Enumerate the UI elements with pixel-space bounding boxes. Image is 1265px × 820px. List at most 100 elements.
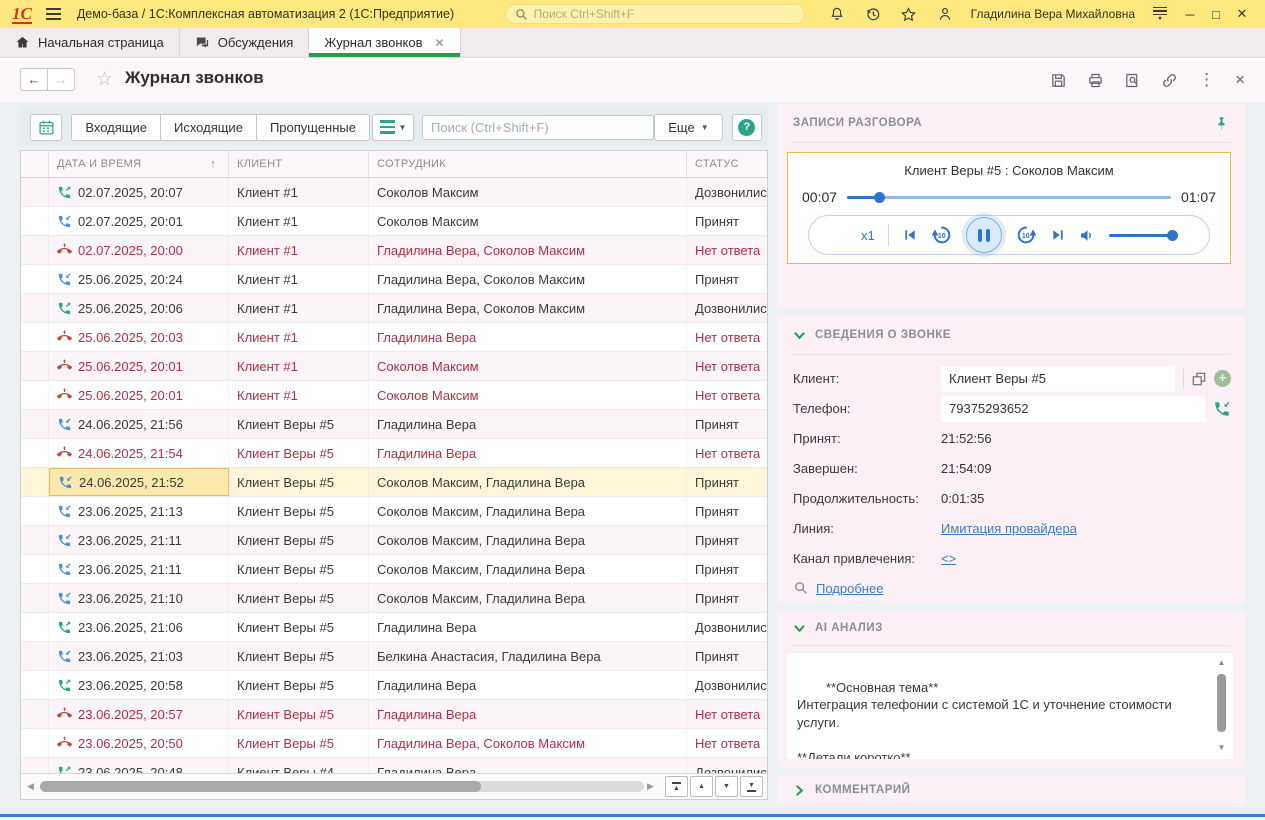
table-row[interactable]: 25.06.2025, 20:03Клиент #1Гладилина Вера… — [21, 323, 767, 352]
tab-call-journal[interactable]: Журнал звонков ✕ — [309, 28, 460, 57]
progress-thumb[interactable] — [874, 192, 885, 203]
tab-home[interactable]: Начальная страница — [0, 28, 180, 57]
open-client-icon[interactable] — [1192, 372, 1206, 386]
details-link[interactable]: Подробнее — [816, 581, 883, 596]
volume-icon[interactable] — [1079, 227, 1096, 244]
cell-datetime: 24.06.2025, 21:52 — [49, 468, 229, 496]
back-button[interactable]: ← — [20, 68, 48, 91]
tab-close-icon[interactable]: ✕ — [435, 36, 445, 50]
table-row[interactable]: 23.06.2025, 21:11Клиент Веры #5Соколов М… — [21, 526, 767, 555]
table-row[interactable]: 23.06.2025, 21:13Клиент Веры #5Соколов М… — [21, 497, 767, 526]
comment-header[interactable]: КОММЕНТАРИЙ — [777, 775, 1245, 805]
cell-status: Дозвонились — [687, 613, 767, 641]
filter-missed-button[interactable]: Пропущенные — [256, 114, 370, 141]
line-label: Линия: — [793, 521, 941, 536]
table-row[interactable]: 02.07.2025, 20:00Клиент #1Гладилина Вера… — [21, 236, 767, 265]
scroll-down-icon[interactable]: ▼ — [1215, 743, 1228, 754]
table-row[interactable]: 24.06.2025, 21:56Клиент Веры #5Гладилина… — [21, 410, 767, 439]
skip-to-start-icon[interactable] — [902, 227, 918, 243]
table-row[interactable]: 24.06.2025, 21:52Клиент Веры #5Соколов М… — [21, 468, 767, 497]
ai-scroll-thumb[interactable] — [1217, 674, 1226, 732]
scroll-right-icon[interactable]: ▶ — [647, 781, 657, 792]
ai-analysis-header[interactable]: AI АНАЛИЗ — [777, 611, 1245, 645]
history-icon[interactable] — [863, 4, 883, 24]
table-row[interactable]: 25.06.2025, 20:01Клиент #1Соколов Максим… — [21, 381, 767, 410]
window-maximize-button[interactable]: □ — [1203, 7, 1229, 22]
table-row[interactable]: 23.06.2025, 21:10Клиент Веры #5Соколов М… — [21, 584, 767, 613]
channel-link[interactable]: <> — [941, 551, 956, 566]
table-row[interactable]: 23.06.2025, 21:03Клиент Веры #5Белкина А… — [21, 642, 767, 671]
get-link-icon[interactable] — [1161, 72, 1178, 89]
header-datetime[interactable]: ДАТА И ВРЕМЯ ↑ — [49, 151, 229, 177]
ai-scrollbar[interactable]: ▲ ▼ — [1215, 658, 1228, 754]
table-row[interactable]: 25.06.2025, 20:01Клиент #1Соколов Максим… — [21, 352, 767, 381]
table-row[interactable]: 24.06.2025, 21:54Клиент Веры #5Гладилина… — [21, 439, 767, 468]
create-client-icon[interactable]: + — [1214, 370, 1231, 387]
global-search-placeholder: Поиск Ctrl+Shift+F — [534, 7, 635, 21]
table-row[interactable]: 02.07.2025, 20:01Клиент #1Соколов Максим… — [21, 207, 767, 236]
table-row[interactable]: 23.06.2025, 21:11Клиент Веры #5Соколов М… — [21, 555, 767, 584]
header-client[interactable]: КЛИЕНТ — [229, 151, 369, 177]
call-phone-icon[interactable] — [1213, 400, 1231, 418]
table-row[interactable]: 25.06.2025, 20:24Клиент #1Гладилина Вера… — [21, 265, 767, 294]
rewind-10-icon[interactable]: 10 — [931, 224, 953, 246]
add-favorite-star-icon[interactable]: ☆ — [96, 68, 113, 91]
client-field[interactable]: Клиент Веры #5 — [941, 366, 1175, 392]
list-menu-button[interactable]: ▼ — [372, 114, 414, 141]
header-status[interactable]: СТАТУС — [687, 151, 767, 177]
table-row[interactable]: 23.06.2025, 21:06Клиент Веры #5Гладилина… — [21, 613, 767, 642]
filter-outgoing-button[interactable]: Исходящие — [160, 114, 257, 141]
window-minimize-button[interactable]: ─ — [1177, 7, 1203, 22]
filter-incoming-button[interactable]: Входящие — [71, 114, 161, 141]
cell-employee: Соколов Максим — [369, 352, 687, 380]
skip-to-end-icon[interactable] — [1050, 227, 1066, 243]
phone-field[interactable]: 79375293652 — [941, 396, 1205, 422]
user-icon[interactable] — [935, 4, 955, 24]
pin-icon[interactable] — [1214, 116, 1229, 131]
table-row[interactable]: 25.06.2025, 20:06Клиент #1Гладилина Вера… — [21, 294, 767, 323]
preview-icon[interactable] — [1124, 72, 1141, 89]
progress-slider[interactable] — [847, 196, 1171, 199]
print-icon[interactable] — [1087, 72, 1104, 89]
cell-employee: Гладилина Вера, Соколов Максим — [369, 236, 687, 264]
call-in-icon — [56, 213, 72, 229]
go-last-button[interactable]: ▼ — [740, 776, 763, 797]
window-close-button[interactable]: ✕ — [1229, 6, 1255, 22]
scroll-left-icon[interactable]: ◀ — [27, 781, 37, 792]
table-row[interactable]: 02.07.2025, 20:07Клиент #1Соколов Максим… — [21, 178, 767, 207]
horizontal-scrollbar[interactable] — [40, 781, 644, 792]
line-link[interactable]: Имитация провайдера — [941, 521, 1077, 536]
call-details-header[interactable]: СВЕДЕНИЯ О ЗВОНКЕ — [777, 316, 1245, 354]
table-row[interactable]: 23.06.2025, 20:50Клиент Веры #5Гладилина… — [21, 729, 767, 758]
table-row[interactable]: 23.06.2025, 20:57Клиент Веры #5Гладилина… — [21, 700, 767, 729]
table-row[interactable]: 23.06.2025, 20:58Клиент Веры #5Гладилина… — [21, 671, 767, 700]
go-first-button[interactable]: ▲ — [665, 776, 688, 797]
service-menu-icon[interactable]: ▾ — [1153, 7, 1167, 22]
header-employee[interactable]: СОТРУДНИК — [369, 151, 687, 177]
period-calendar-button[interactable] — [30, 114, 62, 141]
more-button[interactable]: Еще ▼ — [654, 114, 722, 141]
go-prev-button[interactable]: ▲ — [690, 776, 713, 797]
forward-button[interactable]: → — [47, 68, 75, 91]
playback-speed-button[interactable]: x1 — [861, 228, 875, 243]
scrollbar-thumb[interactable] — [40, 781, 481, 792]
favorites-star-icon[interactable] — [899, 4, 919, 24]
header-marker-column[interactable] — [21, 151, 49, 177]
volume-thumb[interactable] — [1167, 230, 1178, 241]
global-search-input[interactable]: Поиск Ctrl+Shift+F — [505, 4, 805, 24]
go-next-button[interactable]: ▼ — [715, 776, 738, 797]
more-actions-icon[interactable]: ⋮ — [1198, 71, 1215, 89]
tab-discussions[interactable]: Обсуждения — [180, 28, 310, 57]
save-icon[interactable] — [1050, 72, 1067, 89]
forward-10-icon[interactable]: 10 — [1015, 224, 1037, 246]
cell-employee: Соколов Максим — [369, 381, 687, 409]
main-menu-icon[interactable] — [46, 8, 61, 20]
pause-button[interactable] — [966, 217, 1002, 253]
help-button[interactable]: ? — [732, 114, 762, 141]
close-form-icon[interactable]: × — [1235, 71, 1245, 89]
ai-analysis-text[interactable]: **Основная тема** Интеграция телефонии с… — [787, 653, 1233, 759]
notifications-bell-icon[interactable] — [827, 4, 847, 24]
volume-slider[interactable] — [1109, 234, 1173, 237]
list-search-input[interactable] — [422, 115, 654, 140]
scroll-up-icon[interactable]: ▲ — [1215, 658, 1228, 669]
